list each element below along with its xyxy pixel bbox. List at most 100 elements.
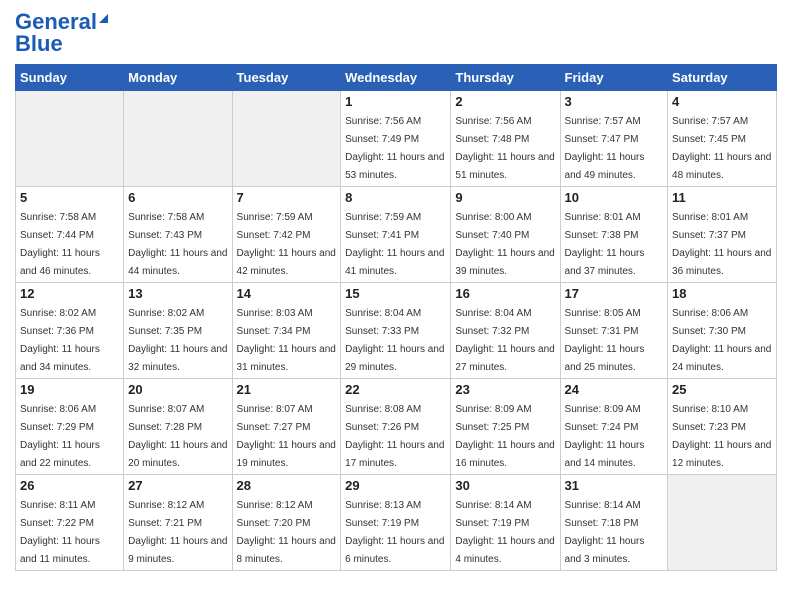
day-info: Sunrise: 8:02 AMSunset: 7:36 PMDaylight:…: [20, 308, 100, 373]
day-info: Sunrise: 8:13 AMSunset: 7:19 PMDaylight:…: [345, 500, 444, 565]
calendar-week-row: 19 Sunrise: 8:06 AMSunset: 7:29 PMDaylig…: [16, 379, 777, 475]
day-number: 21: [237, 382, 337, 397]
day-number: 11: [672, 190, 772, 205]
calendar-cell: 14 Sunrise: 8:03 AMSunset: 7:34 PMDaylig…: [232, 283, 341, 379]
day-info: Sunrise: 8:01 AMSunset: 7:37 PMDaylight:…: [672, 212, 771, 277]
day-number: 18: [672, 286, 772, 301]
day-info: Sunrise: 8:04 AMSunset: 7:32 PMDaylight:…: [455, 308, 554, 373]
day-info: Sunrise: 7:58 AMSunset: 7:43 PMDaylight:…: [128, 212, 227, 277]
day-number: 2: [455, 94, 555, 109]
day-info: Sunrise: 7:57 AMSunset: 7:47 PMDaylight:…: [565, 116, 645, 181]
weekday-header: Saturday: [668, 65, 777, 91]
day-number: 28: [237, 478, 337, 493]
day-number: 31: [565, 478, 664, 493]
day-info: Sunrise: 7:59 AMSunset: 7:42 PMDaylight:…: [237, 212, 336, 277]
calendar-cell: 6 Sunrise: 7:58 AMSunset: 7:43 PMDayligh…: [124, 187, 232, 283]
day-number: 19: [20, 382, 119, 397]
calendar-cell: 18 Sunrise: 8:06 AMSunset: 7:30 PMDaylig…: [668, 283, 777, 379]
calendar-cell: 24 Sunrise: 8:09 AMSunset: 7:24 PMDaylig…: [560, 379, 668, 475]
weekday-header: Wednesday: [341, 65, 451, 91]
day-number: 7: [237, 190, 337, 205]
day-number: 24: [565, 382, 664, 397]
calendar-table: SundayMondayTuesdayWednesdayThursdayFrid…: [15, 64, 777, 571]
page-header: General Blue: [15, 10, 777, 56]
day-number: 1: [345, 94, 446, 109]
day-info: Sunrise: 8:12 AMSunset: 7:21 PMDaylight:…: [128, 500, 227, 565]
calendar-cell: 1 Sunrise: 7:56 AMSunset: 7:49 PMDayligh…: [341, 91, 451, 187]
weekday-header: Tuesday: [232, 65, 341, 91]
day-info: Sunrise: 7:56 AMSunset: 7:49 PMDaylight:…: [345, 116, 444, 181]
day-info: Sunrise: 8:12 AMSunset: 7:20 PMDaylight:…: [237, 500, 336, 565]
day-number: 15: [345, 286, 446, 301]
calendar-cell: 17 Sunrise: 8:05 AMSunset: 7:31 PMDaylig…: [560, 283, 668, 379]
day-number: 20: [128, 382, 227, 397]
calendar-cell: 7 Sunrise: 7:59 AMSunset: 7:42 PMDayligh…: [232, 187, 341, 283]
calendar-cell: 20 Sunrise: 8:07 AMSunset: 7:28 PMDaylig…: [124, 379, 232, 475]
day-info: Sunrise: 8:14 AMSunset: 7:18 PMDaylight:…: [565, 500, 645, 565]
day-number: 6: [128, 190, 227, 205]
weekday-header: Monday: [124, 65, 232, 91]
calendar-cell: 31 Sunrise: 8:14 AMSunset: 7:18 PMDaylig…: [560, 475, 668, 571]
calendar-cell: [124, 91, 232, 187]
calendar-cell: 25 Sunrise: 8:10 AMSunset: 7:23 PMDaylig…: [668, 379, 777, 475]
day-info: Sunrise: 8:11 AMSunset: 7:22 PMDaylight:…: [20, 500, 100, 565]
calendar-cell: 12 Sunrise: 8:02 AMSunset: 7:36 PMDaylig…: [16, 283, 124, 379]
day-info: Sunrise: 8:00 AMSunset: 7:40 PMDaylight:…: [455, 212, 554, 277]
weekday-header: Sunday: [16, 65, 124, 91]
calendar-cell: 23 Sunrise: 8:09 AMSunset: 7:25 PMDaylig…: [451, 379, 560, 475]
calendar-cell: 9 Sunrise: 8:00 AMSunset: 7:40 PMDayligh…: [451, 187, 560, 283]
weekday-header-row: SundayMondayTuesdayWednesdayThursdayFrid…: [16, 65, 777, 91]
calendar-cell: 4 Sunrise: 7:57 AMSunset: 7:45 PMDayligh…: [668, 91, 777, 187]
calendar-cell: 26 Sunrise: 8:11 AMSunset: 7:22 PMDaylig…: [16, 475, 124, 571]
day-number: 12: [20, 286, 119, 301]
day-info: Sunrise: 8:08 AMSunset: 7:26 PMDaylight:…: [345, 404, 444, 469]
day-info: Sunrise: 8:14 AMSunset: 7:19 PMDaylight:…: [455, 500, 554, 565]
day-number: 23: [455, 382, 555, 397]
calendar-cell: 22 Sunrise: 8:08 AMSunset: 7:26 PMDaylig…: [341, 379, 451, 475]
calendar-week-row: 12 Sunrise: 8:02 AMSunset: 7:36 PMDaylig…: [16, 283, 777, 379]
calendar-cell: 19 Sunrise: 8:06 AMSunset: 7:29 PMDaylig…: [16, 379, 124, 475]
day-info: Sunrise: 8:03 AMSunset: 7:34 PMDaylight:…: [237, 308, 336, 373]
calendar-week-row: 5 Sunrise: 7:58 AMSunset: 7:44 PMDayligh…: [16, 187, 777, 283]
calendar-cell: 16 Sunrise: 8:04 AMSunset: 7:32 PMDaylig…: [451, 283, 560, 379]
day-number: 5: [20, 190, 119, 205]
calendar-cell: 10 Sunrise: 8:01 AMSunset: 7:38 PMDaylig…: [560, 187, 668, 283]
weekday-header: Thursday: [451, 65, 560, 91]
day-info: Sunrise: 8:05 AMSunset: 7:31 PMDaylight:…: [565, 308, 645, 373]
calendar-cell: [668, 475, 777, 571]
day-info: Sunrise: 8:09 AMSunset: 7:25 PMDaylight:…: [455, 404, 554, 469]
calendar-cell: [16, 91, 124, 187]
day-number: 8: [345, 190, 446, 205]
day-info: Sunrise: 8:10 AMSunset: 7:23 PMDaylight:…: [672, 404, 771, 469]
day-info: Sunrise: 8:07 AMSunset: 7:27 PMDaylight:…: [237, 404, 336, 469]
calendar-week-row: 1 Sunrise: 7:56 AMSunset: 7:49 PMDayligh…: [16, 91, 777, 187]
calendar-cell: 28 Sunrise: 8:12 AMSunset: 7:20 PMDaylig…: [232, 475, 341, 571]
day-number: 29: [345, 478, 446, 493]
day-info: Sunrise: 8:06 AMSunset: 7:29 PMDaylight:…: [20, 404, 100, 469]
calendar-cell: 29 Sunrise: 8:13 AMSunset: 7:19 PMDaylig…: [341, 475, 451, 571]
day-number: 10: [565, 190, 664, 205]
day-number: 30: [455, 478, 555, 493]
weekday-header: Friday: [560, 65, 668, 91]
day-info: Sunrise: 7:56 AMSunset: 7:48 PMDaylight:…: [455, 116, 554, 181]
day-info: Sunrise: 8:09 AMSunset: 7:24 PMDaylight:…: [565, 404, 645, 469]
day-number: 26: [20, 478, 119, 493]
calendar-cell: 3 Sunrise: 7:57 AMSunset: 7:47 PMDayligh…: [560, 91, 668, 187]
calendar-cell: 5 Sunrise: 7:58 AMSunset: 7:44 PMDayligh…: [16, 187, 124, 283]
day-number: 4: [672, 94, 772, 109]
day-info: Sunrise: 8:07 AMSunset: 7:28 PMDaylight:…: [128, 404, 227, 469]
day-number: 13: [128, 286, 227, 301]
day-number: 14: [237, 286, 337, 301]
calendar-cell: 30 Sunrise: 8:14 AMSunset: 7:19 PMDaylig…: [451, 475, 560, 571]
logo-text-blue: Blue: [15, 32, 63, 56]
day-number: 22: [345, 382, 446, 397]
day-number: 9: [455, 190, 555, 205]
day-info: Sunrise: 8:02 AMSunset: 7:35 PMDaylight:…: [128, 308, 227, 373]
day-number: 25: [672, 382, 772, 397]
calendar-cell: 27 Sunrise: 8:12 AMSunset: 7:21 PMDaylig…: [124, 475, 232, 571]
logo: General Blue: [15, 10, 108, 56]
day-info: Sunrise: 8:04 AMSunset: 7:33 PMDaylight:…: [345, 308, 444, 373]
calendar-cell: 8 Sunrise: 7:59 AMSunset: 7:41 PMDayligh…: [341, 187, 451, 283]
calendar-cell: 15 Sunrise: 8:04 AMSunset: 7:33 PMDaylig…: [341, 283, 451, 379]
day-number: 3: [565, 94, 664, 109]
